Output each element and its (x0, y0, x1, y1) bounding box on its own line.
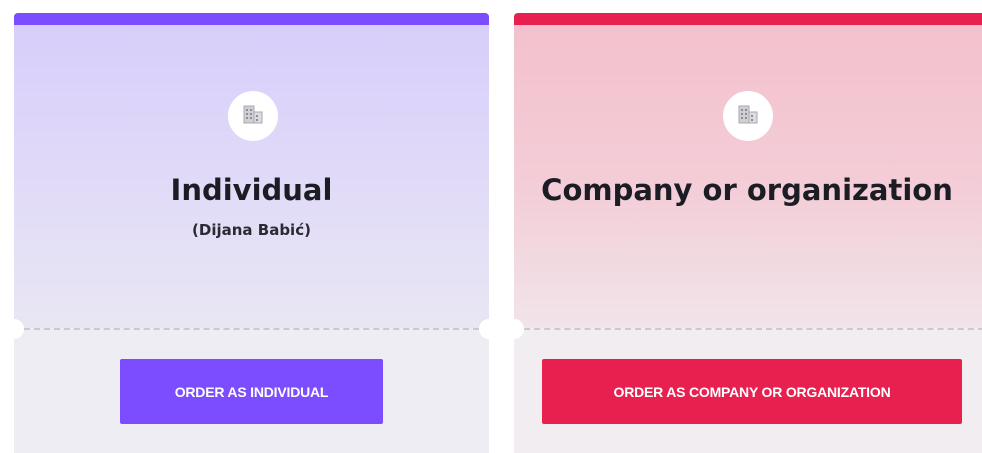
icon-badge (228, 91, 278, 141)
individual-option-card: Individual (Dijana Babić) ORDER AS INDIV… (14, 13, 489, 453)
card-header-area (14, 13, 489, 328)
building-icon (737, 103, 759, 129)
card-title: Individual (170, 173, 333, 207)
accent-bar (514, 13, 982, 25)
card-subtitle: (Dijana Babić) (192, 221, 311, 239)
building-icon (242, 103, 264, 129)
ticket-notch (479, 319, 489, 339)
icon-badge (723, 91, 773, 141)
company-option-card: Company or organization ORDER AS COMPANY… (514, 13, 982, 453)
card-title: Company or organization (541, 173, 953, 207)
accent-bar (14, 13, 489, 25)
dashed-divider (14, 328, 489, 330)
dashed-divider (514, 328, 982, 330)
order-as-company-button[interactable]: ORDER AS COMPANY OR ORGANIZATION (542, 359, 962, 424)
card-header-area (514, 13, 982, 328)
order-as-individual-button[interactable]: ORDER AS INDIVIDUAL (120, 359, 383, 424)
